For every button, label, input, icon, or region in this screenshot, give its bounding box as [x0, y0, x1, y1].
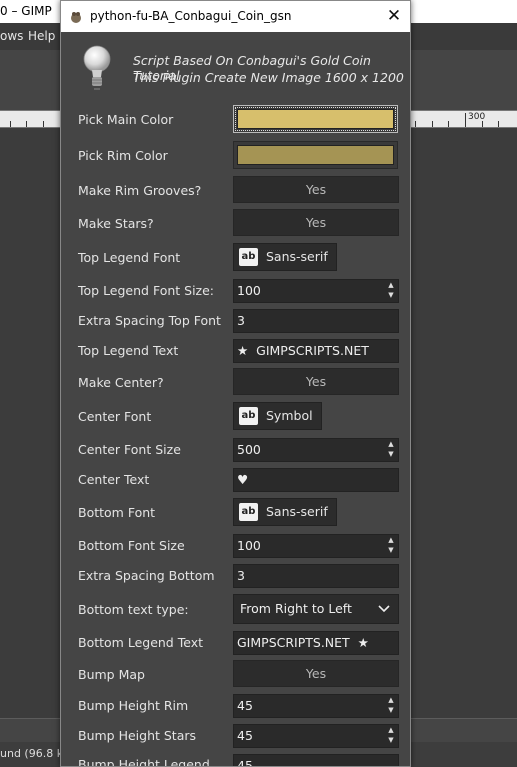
bottom-font-size-value: 100 — [237, 538, 261, 553]
spinner-arrows-icon[interactable]: ▲ ▼ — [384, 439, 398, 461]
stars-label: Make Stars? — [78, 216, 154, 231]
bump-legend-spinner[interactable]: 45 — [233, 754, 399, 767]
center-font-button[interactable]: ab Symbol — [233, 402, 322, 430]
extra-bottom-field[interactable]: 3 — [233, 564, 399, 588]
ruler-label: 300 — [468, 112, 486, 122]
light-bulb-icon — [83, 45, 111, 90]
center-font-size-spinner[interactable]: 500 ▲ ▼ — [233, 438, 399, 462]
center-text-field[interactable]: ♥ — [233, 468, 399, 492]
bump-map-label: Bump Map — [78, 667, 145, 682]
bottom-font-size-label: Bottom Font Size — [78, 538, 185, 553]
gimp-wilber-icon — [71, 12, 81, 23]
menu-windows[interactable]: ows — [0, 29, 23, 43]
bottom-type-label: Bottom text type: — [78, 602, 189, 617]
top-font-label: Top Legend Font — [78, 250, 181, 265]
bottom-text-label: Bottom Legend Text — [78, 635, 203, 650]
menu-help[interactable]: Help — [28, 29, 55, 43]
rim-color-label: Pick Rim Color — [78, 148, 168, 163]
bottom-type-select[interactable]: From Right to Left — [233, 594, 399, 624]
description-line-2: This Plugin Create New Image 1600 x 1200 — [133, 70, 404, 85]
top-text-label: Top Legend Text — [78, 343, 179, 358]
rim-color-swatch — [237, 145, 394, 165]
rim-grooves-toggle[interactable]: Yes — [233, 176, 399, 203]
bottom-type-value: From Right to Left — [240, 601, 352, 616]
font-icon: ab — [239, 503, 258, 521]
bottom-font-size-spinner[interactable]: 100 ▲ ▼ — [233, 534, 399, 558]
gimp-title: 0 – GIMP — [0, 4, 52, 18]
extra-top-field[interactable]: 3 — [233, 309, 399, 333]
bump-stars-spinner[interactable]: 45 ▲ ▼ — [233, 724, 399, 748]
extra-bottom-label: Extra Spacing Bottom — [78, 568, 215, 583]
bump-legend-value: 45 — [237, 758, 253, 767]
center-font-label: Center Font — [78, 409, 152, 424]
spinner-arrows-icon[interactable]: ▲ ▼ — [384, 725, 398, 747]
bottom-text-field[interactable]: GIMPSCRIPTS.NET ★ — [233, 631, 399, 655]
top-font-size-label: Top Legend Font Size: — [78, 283, 215, 298]
bottom-font-value: Sans-serif — [266, 504, 328, 519]
dialog-title: python-fu-BA_Conbagui_Coin_gsn — [90, 9, 292, 23]
center-label: Make Center? — [78, 375, 164, 390]
main-color-button[interactable] — [233, 105, 398, 133]
spinner-arrows-icon[interactable]: ▲ ▼ — [384, 535, 398, 557]
top-font-button[interactable]: ab Sans-serif — [233, 243, 337, 271]
bottom-font-button[interactable]: ab Sans-serif — [233, 498, 337, 526]
top-font-value: Sans-serif — [266, 249, 328, 264]
main-color-swatch — [237, 109, 394, 129]
bump-rim-value: 45 — [237, 698, 253, 713]
rim-grooves-label: Make Rim Grooves? — [78, 183, 202, 198]
bottom-font-label: Bottom Font — [78, 505, 156, 520]
center-font-size-label: Center Font Size — [78, 442, 181, 457]
rim-color-button[interactable] — [233, 141, 398, 169]
spinner-arrows-icon[interactable]: ▲ ▼ — [384, 695, 398, 717]
stars-toggle[interactable]: Yes — [233, 209, 399, 236]
top-font-size-spinner[interactable]: 100 ▲ ▼ — [233, 279, 399, 303]
center-text-label: Center Text — [78, 472, 150, 487]
bump-rim-label: Bump Height Rim — [78, 698, 189, 713]
font-icon: ab — [239, 248, 258, 266]
bump-rim-spinner[interactable]: 45 ▲ ▼ — [233, 694, 399, 718]
dialog-title-bar[interactable]: python-fu-BA_Conbagui_Coin_gsn ✕ — [61, 1, 410, 32]
bump-map-toggle[interactable]: Yes — [233, 660, 399, 687]
font-icon: ab — [239, 407, 258, 425]
top-text-field[interactable]: ★ GIMPSCRIPTS.NET — [233, 339, 399, 363]
bump-stars-label: Bump Height Stars — [78, 728, 197, 743]
top-font-size-value: 100 — [237, 283, 261, 298]
spinner-arrows-icon[interactable]: ▲ ▼ — [384, 280, 398, 302]
center-font-value: Symbol — [266, 408, 313, 423]
main-color-label: Pick Main Color — [78, 112, 174, 127]
center-font-size-value: 500 — [237, 442, 261, 457]
chevron-down-icon — [378, 595, 390, 633]
extra-top-label: Extra Spacing Top Font — [78, 313, 221, 328]
plugin-dialog: python-fu-BA_Conbagui_Coin_gsn ✕ Script … — [60, 0, 411, 767]
close-button[interactable]: ✕ — [379, 5, 409, 29]
bump-legend-label: Bump Height Legend — [78, 757, 210, 767]
center-toggle[interactable]: Yes — [233, 368, 399, 395]
bump-stars-value: 45 — [237, 728, 253, 743]
